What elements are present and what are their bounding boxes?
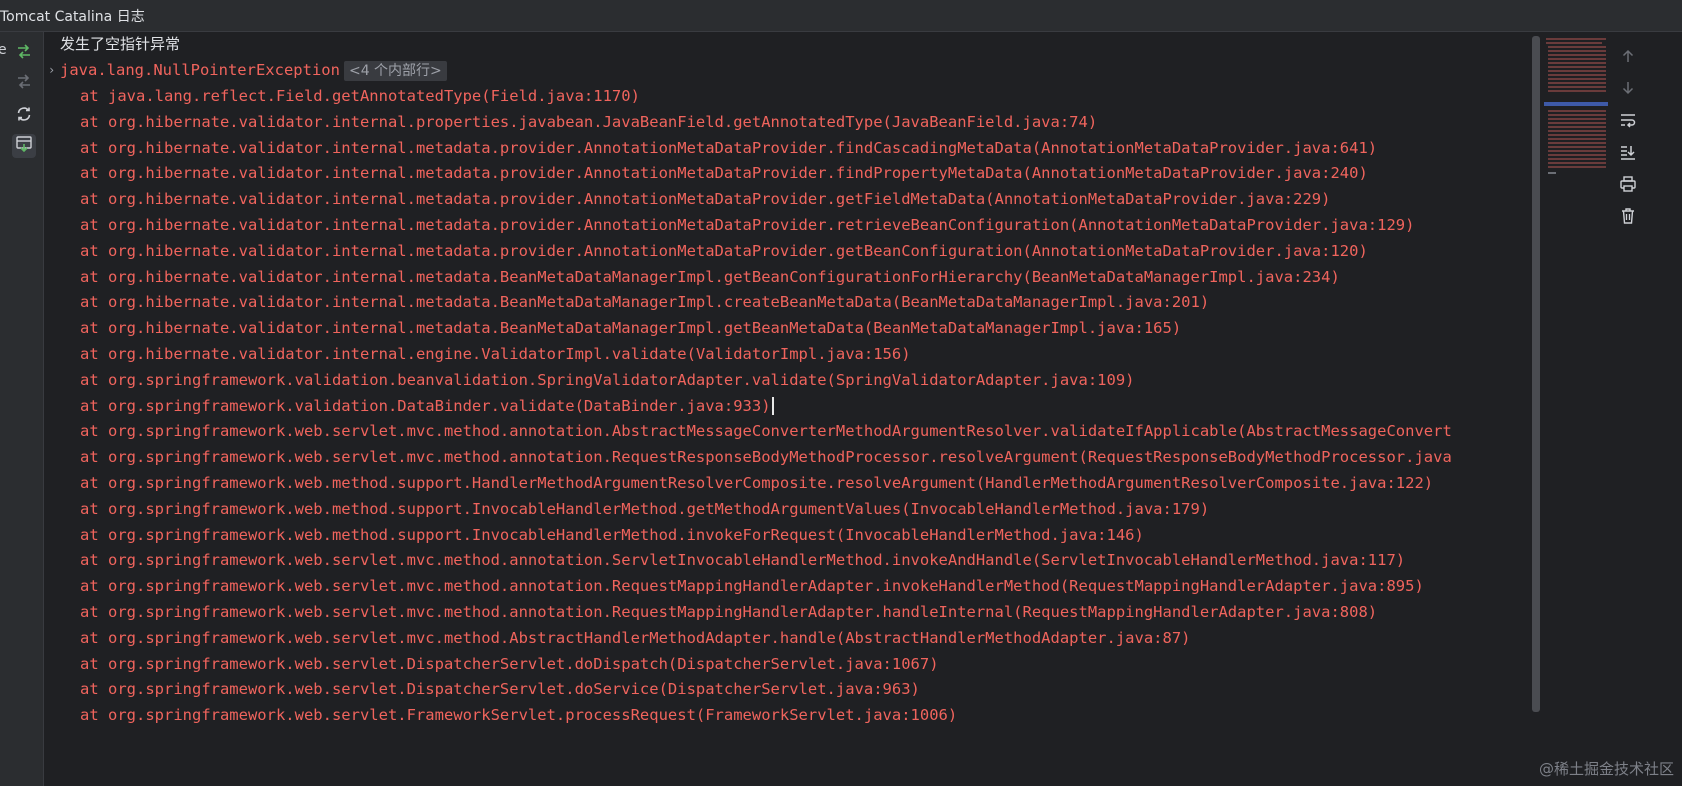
previous-occurrence-button[interactable]: [1616, 46, 1640, 70]
stack-frame-line[interactable]: at org.springframework.web.servlet.mvc.m…: [80, 574, 1424, 598]
soft-wrap-button[interactable]: [1616, 110, 1640, 134]
stack-frame-line[interactable]: at org.springframework.web.servlet.mvc.m…: [80, 600, 1377, 624]
tool-window-title: Tomcat Catalina 日志: [0, 9, 145, 25]
soft-wrap-disabled-icon: [15, 73, 33, 95]
rerun-button[interactable]: [12, 104, 36, 128]
console-filter-button[interactable]: [12, 134, 36, 158]
exception-name[interactable]: java.lang.NullPointerException: [60, 61, 340, 79]
right-toolbar: [1608, 32, 1648, 786]
stack-frame-line[interactable]: at org.springframework.validation.DataBi…: [80, 394, 774, 418]
stack-frame-line[interactable]: at org.hibernate.validator.internal.engi…: [80, 342, 911, 366]
stack-frame-line[interactable]: at org.hibernate.validator.internal.meta…: [80, 316, 1181, 340]
console-output[interactable]: 发生了空指针异常 › java.lang.NullPointerExceptio…: [44, 32, 1544, 786]
stack-frame-line[interactable]: at org.springframework.web.method.suppor…: [80, 523, 1144, 547]
tomcat-log-window: Tomcat Catalina 日志 e 发生了空指针异常 › java.lan…: [0, 0, 1682, 786]
console-minimap[interactable]: [1544, 36, 1608, 186]
stack-frame-line[interactable]: at org.springframework.web.servlet.Dispa…: [80, 652, 939, 676]
console-filter-icon: [15, 135, 33, 157]
arrow-down-icon: [1620, 80, 1636, 100]
restore-layout-icon: [15, 43, 33, 65]
console-info-line: 发生了空指针异常: [60, 35, 181, 53]
stack-frame-line[interactable]: at org.hibernate.validator.internal.meta…: [80, 213, 1414, 237]
soft-wrap-icon: [1619, 111, 1637, 133]
stack-frame-line[interactable]: at org.springframework.validation.beanva…: [80, 368, 1135, 392]
left-toolbar: e: [0, 32, 44, 786]
exception-line: › java.lang.NullPointerException <4 个内部行>: [44, 58, 447, 82]
stack-frame-line[interactable]: at org.hibernate.validator.internal.meta…: [80, 239, 1368, 263]
stack-frame-line[interactable]: at org.hibernate.validator.internal.meta…: [80, 290, 1209, 314]
restore-layout-button[interactable]: [12, 42, 36, 66]
tool-window-header: Tomcat Catalina 日志: [0, 0, 1682, 32]
vertical-scrollbar[interactable]: [1532, 36, 1540, 712]
stack-frame-line[interactable]: at org.springframework.web.servlet.mvc.m…: [80, 419, 1452, 443]
print-icon: [1619, 175, 1637, 197]
truncated-label: e: [0, 42, 7, 58]
stack-frame-line[interactable]: at org.springframework.web.servlet.Dispa…: [80, 677, 920, 701]
stack-frame-line[interactable]: at org.springframework.web.servlet.mvc.m…: [80, 548, 1405, 572]
stack-frame-line[interactable]: at org.springframework.web.method.suppor…: [80, 471, 1433, 495]
internal-lines-hint[interactable]: <4 个内部行>: [343, 61, 447, 81]
stack-frame-line[interactable]: at org.springframework.web.servlet.mvc.m…: [80, 445, 1452, 469]
stack-frame-line[interactable]: at org.hibernate.validator.internal.meta…: [80, 265, 1340, 289]
chevron-right-icon[interactable]: ›: [48, 58, 58, 82]
stack-frame-line[interactable]: at org.springframework.web.servlet.Frame…: [80, 703, 957, 727]
arrow-up-icon: [1620, 48, 1636, 68]
trash-icon: [1619, 207, 1637, 229]
stack-frame-line[interactable]: at org.springframework.web.method.suppor…: [80, 497, 1209, 521]
next-occurrence-button[interactable]: [1616, 78, 1640, 102]
scroll-to-end-icon: [1619, 143, 1637, 165]
watermark: @稀土掘金技术社区: [1538, 760, 1674, 778]
stack-frame-line[interactable]: at org.springframework.web.servlet.mvc.m…: [80, 626, 1190, 650]
scroll-to-end-button[interactable]: [1616, 142, 1640, 166]
clear-all-button[interactable]: [1616, 206, 1640, 230]
stack-frame-line[interactable]: at org.hibernate.validator.internal.meta…: [80, 136, 1377, 160]
stack-frame-line[interactable]: at org.hibernate.validator.internal.prop…: [80, 110, 1097, 134]
print-button[interactable]: [1616, 174, 1640, 198]
stack-frame-line[interactable]: at org.hibernate.validator.internal.meta…: [80, 161, 1368, 185]
stack-frame-line[interactable]: at java.lang.reflect.Field.getAnnotatedT…: [80, 84, 640, 108]
stack-frame-line[interactable]: at org.hibernate.validator.internal.meta…: [80, 187, 1330, 211]
rerun-icon: [15, 105, 33, 127]
soft-wrap-disabled-button[interactable]: [12, 72, 36, 96]
text-caret: [771, 397, 774, 416]
